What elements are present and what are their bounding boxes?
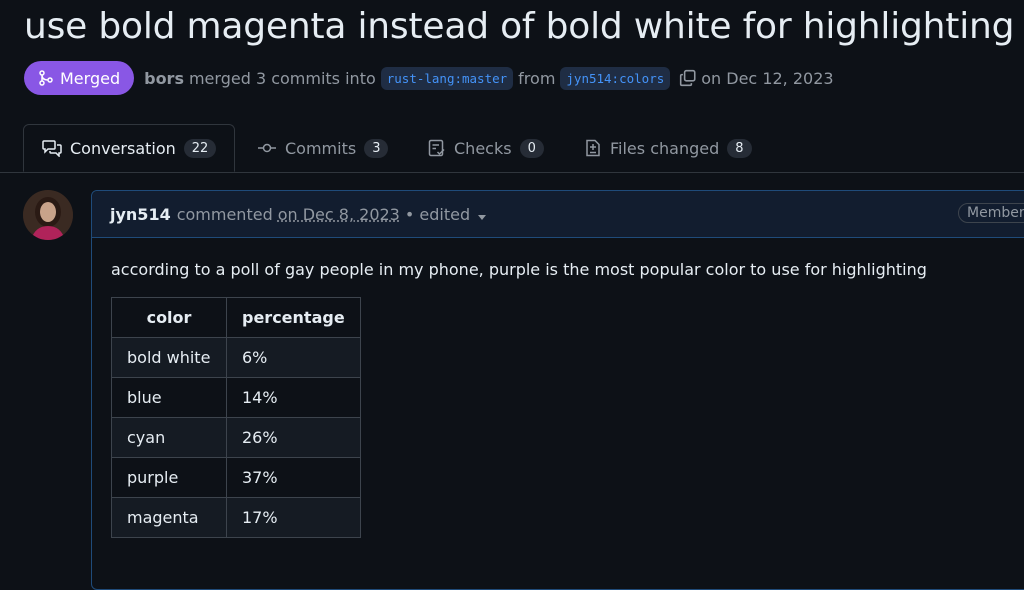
edited-dropdown[interactable]: • edited <box>404 204 487 224</box>
table-cell: 6% <box>226 337 361 378</box>
table-cell: 14% <box>226 377 361 418</box>
table-cell: cyan <box>111 417 227 458</box>
state-label: Merged <box>60 68 121 88</box>
merge-text: merged 3 commits into <box>188 68 376 88</box>
edited-label: • edited <box>404 204 471 224</box>
tab-label: Commits <box>285 138 357 158</box>
avatar[interactable] <box>23 190 73 240</box>
table-row: purple 37% <box>111 457 361 498</box>
copy-icon[interactable] <box>679 69 697 87</box>
tab-counter: 8 <box>727 138 752 158</box>
git-merge-icon <box>39 70 53 86</box>
tab-label: Conversation <box>70 138 176 158</box>
comment-action: commented <box>176 204 273 224</box>
merged-state-badge: Merged <box>24 61 135 95</box>
tab-label: Files changed <box>610 138 720 158</box>
tab-commits[interactable]: Commits 3 <box>257 124 389 172</box>
table-header: color <box>111 297 227 338</box>
pr-tabs: Conversation 22 Commits 3 Checks 0 Files… <box>0 124 1024 173</box>
git-commit-icon <box>258 143 276 153</box>
chevron-down-icon <box>478 214 487 220</box>
file-diff-icon <box>586 139 600 157</box>
table-row: bold white 6% <box>111 337 361 378</box>
pr-meta: Merged bors merged 3 commits into rust-l… <box>24 61 839 95</box>
table-cell: purple <box>111 457 227 498</box>
table-cell: 37% <box>226 457 361 498</box>
tab-conversation[interactable]: Conversation 22 <box>23 124 236 172</box>
table-header: percentage <box>226 297 361 338</box>
tab-files-changed[interactable]: Files changed 8 <box>584 124 752 172</box>
tab-label: Checks <box>454 138 512 158</box>
table-header-row: color percentage <box>111 297 361 338</box>
comment-body: according to a poll of gay people in my … <box>92 238 1024 560</box>
tab-counter: 3 <box>364 138 389 158</box>
merge-date: on Dec 12, 2023 <box>701 68 834 88</box>
comment-discussion-icon <box>42 140 62 157</box>
comment-box: jyn514 commented on Dec 8, 2023 • edited… <box>91 190 1024 590</box>
head-branch[interactable]: jyn514:colors <box>560 66 671 90</box>
pr-title: use bold magenta instead of bold white f… <box>24 6 1015 47</box>
table-cell: blue <box>111 377 227 418</box>
poll-table: color percentage bold white 6% blue 14% … <box>111 297 361 538</box>
tab-checks[interactable]: Checks 0 <box>428 124 544 172</box>
table-cell: bold white <box>111 337 227 378</box>
comment-date[interactable]: on Dec 8, 2023 <box>278 205 400 224</box>
comment-text: according to a poll of gay people in my … <box>111 260 927 279</box>
table-row: blue 14% <box>111 377 361 418</box>
member-badge: Member <box>958 203 1024 223</box>
from-text: from <box>518 68 556 88</box>
comment-author[interactable]: jyn514 <box>110 205 171 224</box>
merged-by-link[interactable]: bors <box>144 69 184 88</box>
checklist-icon <box>428 139 445 157</box>
table-row: cyan 26% <box>111 417 361 458</box>
base-branch[interactable]: rust-lang:master <box>380 66 514 90</box>
tab-counter: 22 <box>183 138 217 158</box>
table-cell: 17% <box>226 497 361 538</box>
table-row: magenta 17% <box>111 497 361 538</box>
table-cell: 26% <box>226 417 361 458</box>
comment-header: jyn514 commented on Dec 8, 2023 • edited… <box>92 191 1024 238</box>
tab-counter: 0 <box>519 138 544 158</box>
table-cell: magenta <box>111 497 227 538</box>
